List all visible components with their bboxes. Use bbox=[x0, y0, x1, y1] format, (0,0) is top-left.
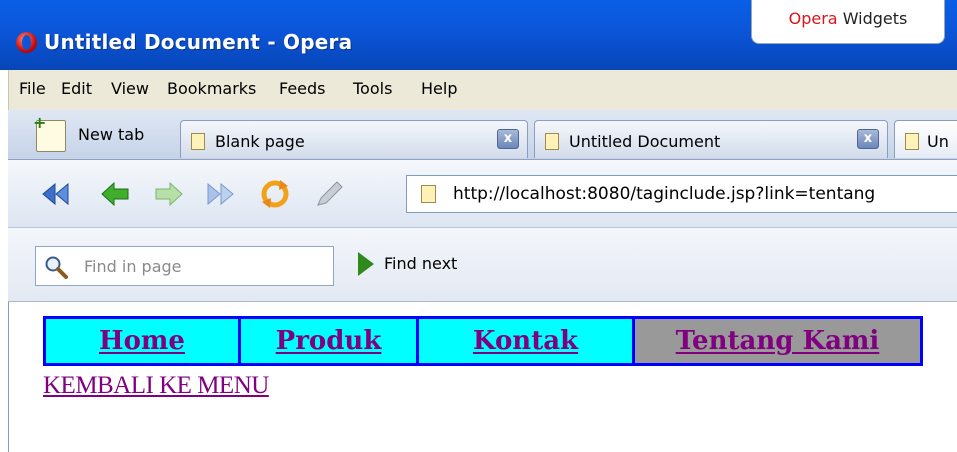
tab-blank-page[interactable]: Blank page x bbox=[180, 120, 528, 158]
find-next-label: Find next bbox=[384, 254, 458, 273]
nav-link-produk[interactable]: Produk bbox=[241, 319, 419, 363]
page-icon bbox=[905, 133, 919, 150]
tab-label: Un bbox=[927, 132, 949, 151]
opera-logo-icon bbox=[16, 32, 37, 53]
back-to-menu-link[interactable]: KEMBALI KE MENU bbox=[43, 372, 269, 400]
search-icon bbox=[45, 256, 68, 279]
page-viewport: Home Produk Kontak Tentang Kami KEMBALI … bbox=[8, 302, 957, 452]
menu-help[interactable]: Help bbox=[421, 79, 457, 98]
find-bar: Find in page Find next bbox=[8, 228, 957, 302]
fast-forward-icon[interactable] bbox=[204, 178, 238, 210]
new-tab-button[interactable]: New tab bbox=[33, 113, 184, 158]
nav-link-kontak[interactable]: Kontak bbox=[419, 319, 635, 363]
address-bar[interactable]: http://localhost:8080/taginclude.jsp?lin… bbox=[406, 175, 957, 213]
menu-feeds[interactable]: Feeds bbox=[279, 79, 326, 98]
close-tab-icon[interactable]: x bbox=[497, 129, 519, 149]
widgets-label: Widgets bbox=[842, 9, 908, 28]
title-bar[interactable]: Untitled Document - Opera Opera Widgets bbox=[0, 0, 957, 70]
widgets-brand: Opera bbox=[788, 9, 838, 28]
page-icon bbox=[545, 133, 559, 150]
navigation-toolbar: http://localhost:8080/taginclude.jsp?lin… bbox=[8, 160, 957, 228]
address-value: http://localhost:8080/taginclude.jsp?lin… bbox=[453, 184, 876, 204]
page-icon bbox=[421, 185, 436, 203]
opera-widgets-button[interactable]: Opera Widgets bbox=[751, 0, 945, 44]
window-title: Untitled Document - Opera bbox=[44, 30, 353, 54]
close-tab-icon[interactable]: x bbox=[857, 129, 879, 149]
find-placeholder: Find in page bbox=[84, 257, 182, 276]
new-tab-icon bbox=[33, 113, 66, 152]
tab-bar: New tab Blank page x Untitled Document x… bbox=[8, 110, 957, 160]
menu-bar: File Edit View Bookmarks Feeds Tools Hel… bbox=[8, 70, 957, 110]
menu-file[interactable]: File bbox=[19, 79, 46, 98]
tab-label: Blank page bbox=[215, 132, 305, 151]
menu-edit[interactable]: Edit bbox=[61, 79, 92, 98]
menu-bookmarks[interactable]: Bookmarks bbox=[167, 79, 256, 98]
page-icon bbox=[191, 133, 205, 150]
tab-untitled-document[interactable]: Untitled Document x bbox=[534, 120, 888, 158]
rewind-icon[interactable] bbox=[38, 178, 72, 210]
tab-label: Untitled Document bbox=[569, 132, 721, 151]
forward-icon[interactable] bbox=[152, 178, 186, 210]
new-tab-label: New tab bbox=[78, 125, 145, 144]
nav-link-home[interactable]: Home bbox=[46, 319, 241, 363]
back-icon[interactable] bbox=[98, 178, 132, 210]
nav-link-tentang-kami[interactable]: Tentang Kami bbox=[635, 319, 920, 363]
site-nav-table: Home Produk Kontak Tentang Kami bbox=[43, 316, 923, 366]
edit-icon[interactable] bbox=[312, 178, 346, 210]
menu-tools[interactable]: Tools bbox=[353, 79, 392, 98]
menu-view[interactable]: View bbox=[111, 79, 149, 98]
play-icon bbox=[358, 252, 374, 276]
tab-active[interactable]: Un bbox=[894, 120, 957, 158]
reload-icon[interactable] bbox=[258, 178, 292, 210]
find-in-page-input[interactable]: Find in page bbox=[35, 246, 334, 286]
